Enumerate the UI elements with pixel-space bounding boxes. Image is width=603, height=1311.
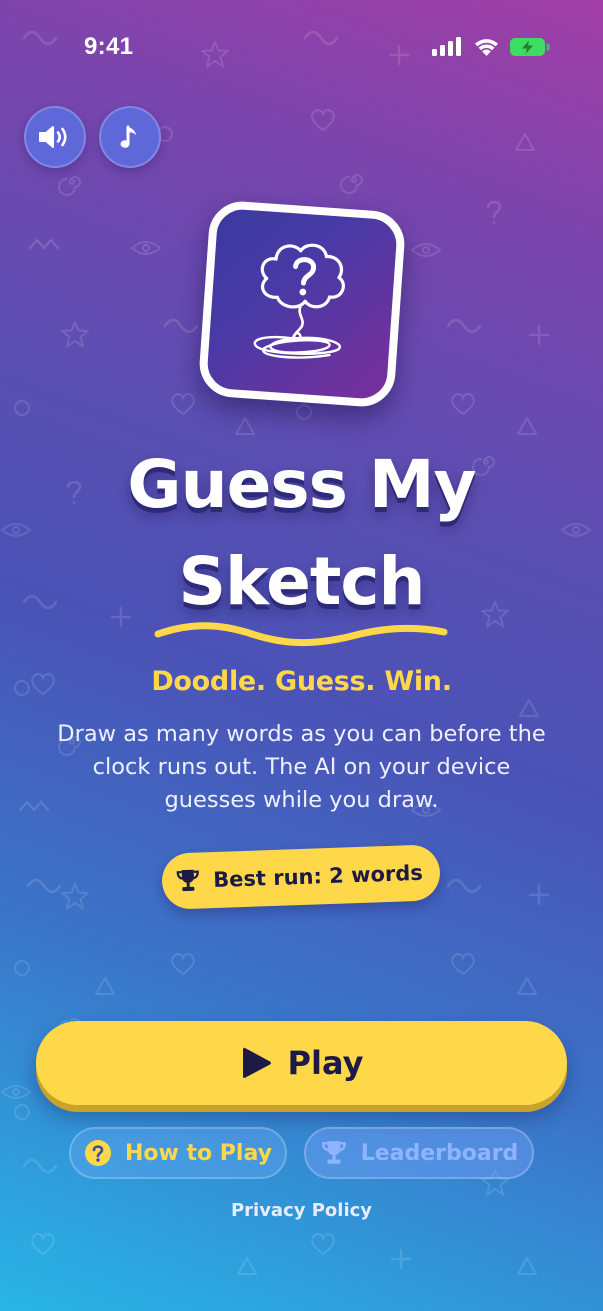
leaderboard-label: Leaderboard	[360, 1140, 519, 1166]
best-run-label: Best run: 2 words	[212, 860, 424, 893]
sound-toggle-button[interactable]	[24, 106, 86, 168]
app-title-line-2: Sketch	[178, 543, 425, 620]
cellular-signal-icon	[432, 37, 461, 56]
how-to-play-label: How to Play	[125, 1140, 272, 1166]
privacy-policy-link[interactable]: Privacy Policy	[0, 1200, 603, 1221]
status-icons	[432, 36, 551, 58]
play-button[interactable]: Play	[36, 1021, 567, 1105]
battery-charging-icon	[510, 38, 550, 56]
play-icon	[242, 1047, 271, 1078]
status-time: 9:41	[84, 33, 134, 60]
status-bar: 9:41	[0, 0, 603, 96]
trophy-icon	[321, 1141, 346, 1164]
app-title-line-1: Guess My	[127, 446, 476, 523]
logo-card	[197, 199, 407, 409]
music-note-icon	[120, 125, 136, 148]
trophy-icon	[176, 869, 199, 892]
doodle-background-pattern	[1, 30, 591, 1275]
best-run-badge: Best run: 2 words	[161, 844, 441, 910]
app-screen: 9:41 Guess My Sketch Doodle. Guess. Win.…	[0, 0, 603, 1311]
tagline: Doodle. Guess. Win.	[151, 666, 452, 697]
game-description: Draw as many words as you can before the…	[57, 721, 546, 813]
brain-question-sketch-icon	[253, 243, 345, 359]
title-underline-squiggle	[154, 622, 448, 647]
question-circle-icon	[85, 1140, 111, 1166]
how-to-play-button[interactable]: How to Play	[69, 1127, 287, 1179]
leaderboard-button[interactable]: Leaderboard	[304, 1127, 534, 1179]
music-toggle-button[interactable]	[99, 106, 161, 168]
speaker-icon	[39, 126, 67, 148]
play-button-label: Play	[287, 1044, 364, 1082]
wifi-icon	[475, 39, 498, 56]
app-logo	[197, 199, 407, 409]
